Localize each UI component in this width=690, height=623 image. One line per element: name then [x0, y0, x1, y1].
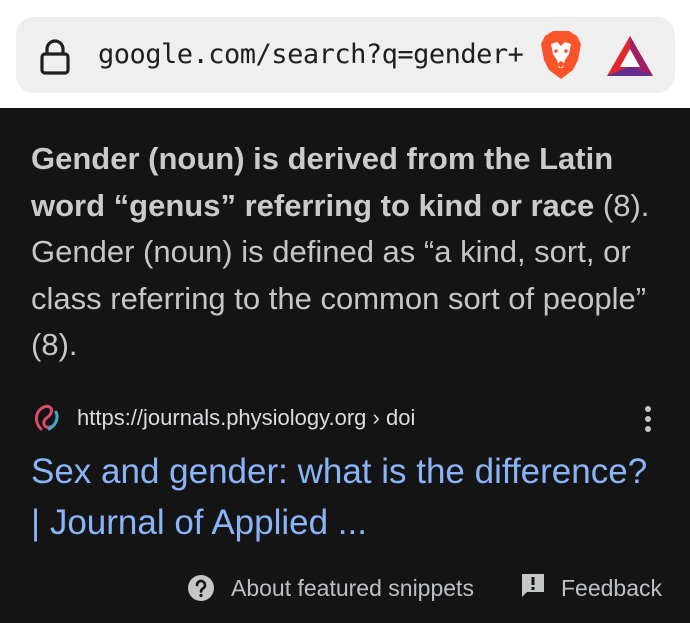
brave-lion-icon[interactable]	[539, 30, 583, 80]
lock-icon	[40, 39, 70, 75]
about-featured-snippets-link[interactable]: About featured snippets	[231, 573, 474, 603]
journal-site-icon	[35, 404, 59, 431]
snippet-footer: About featured snippets Feedback	[0, 566, 690, 610]
feedback-icon[interactable]	[520, 572, 546, 600]
source-url[interactable]: https://journals.physiology.org › doi	[77, 404, 415, 432]
url-text[interactable]: google.com/search?q=gender+ca	[98, 35, 523, 75]
snippet-highlight: Gender (noun) is derived from the Latin …	[31, 141, 614, 223]
bat-triangle-icon[interactable]	[605, 34, 655, 78]
more-options-icon[interactable]	[637, 404, 659, 434]
feedback-link[interactable]: Feedback	[561, 573, 662, 603]
help-icon[interactable]	[187, 574, 215, 602]
browser-toolbar: google.com/search?q=gender+ca	[0, 0, 690, 108]
address-bar[interactable]: google.com/search?q=gender+ca	[16, 17, 675, 93]
result-source[interactable]: https://journals.physiology.org › doi	[31, 398, 671, 438]
featured-snippet-text: Gender (noun) is derived from the Latin …	[31, 136, 661, 369]
result-title-link[interactable]: Sex and gender: what is the difference? …	[31, 446, 651, 548]
